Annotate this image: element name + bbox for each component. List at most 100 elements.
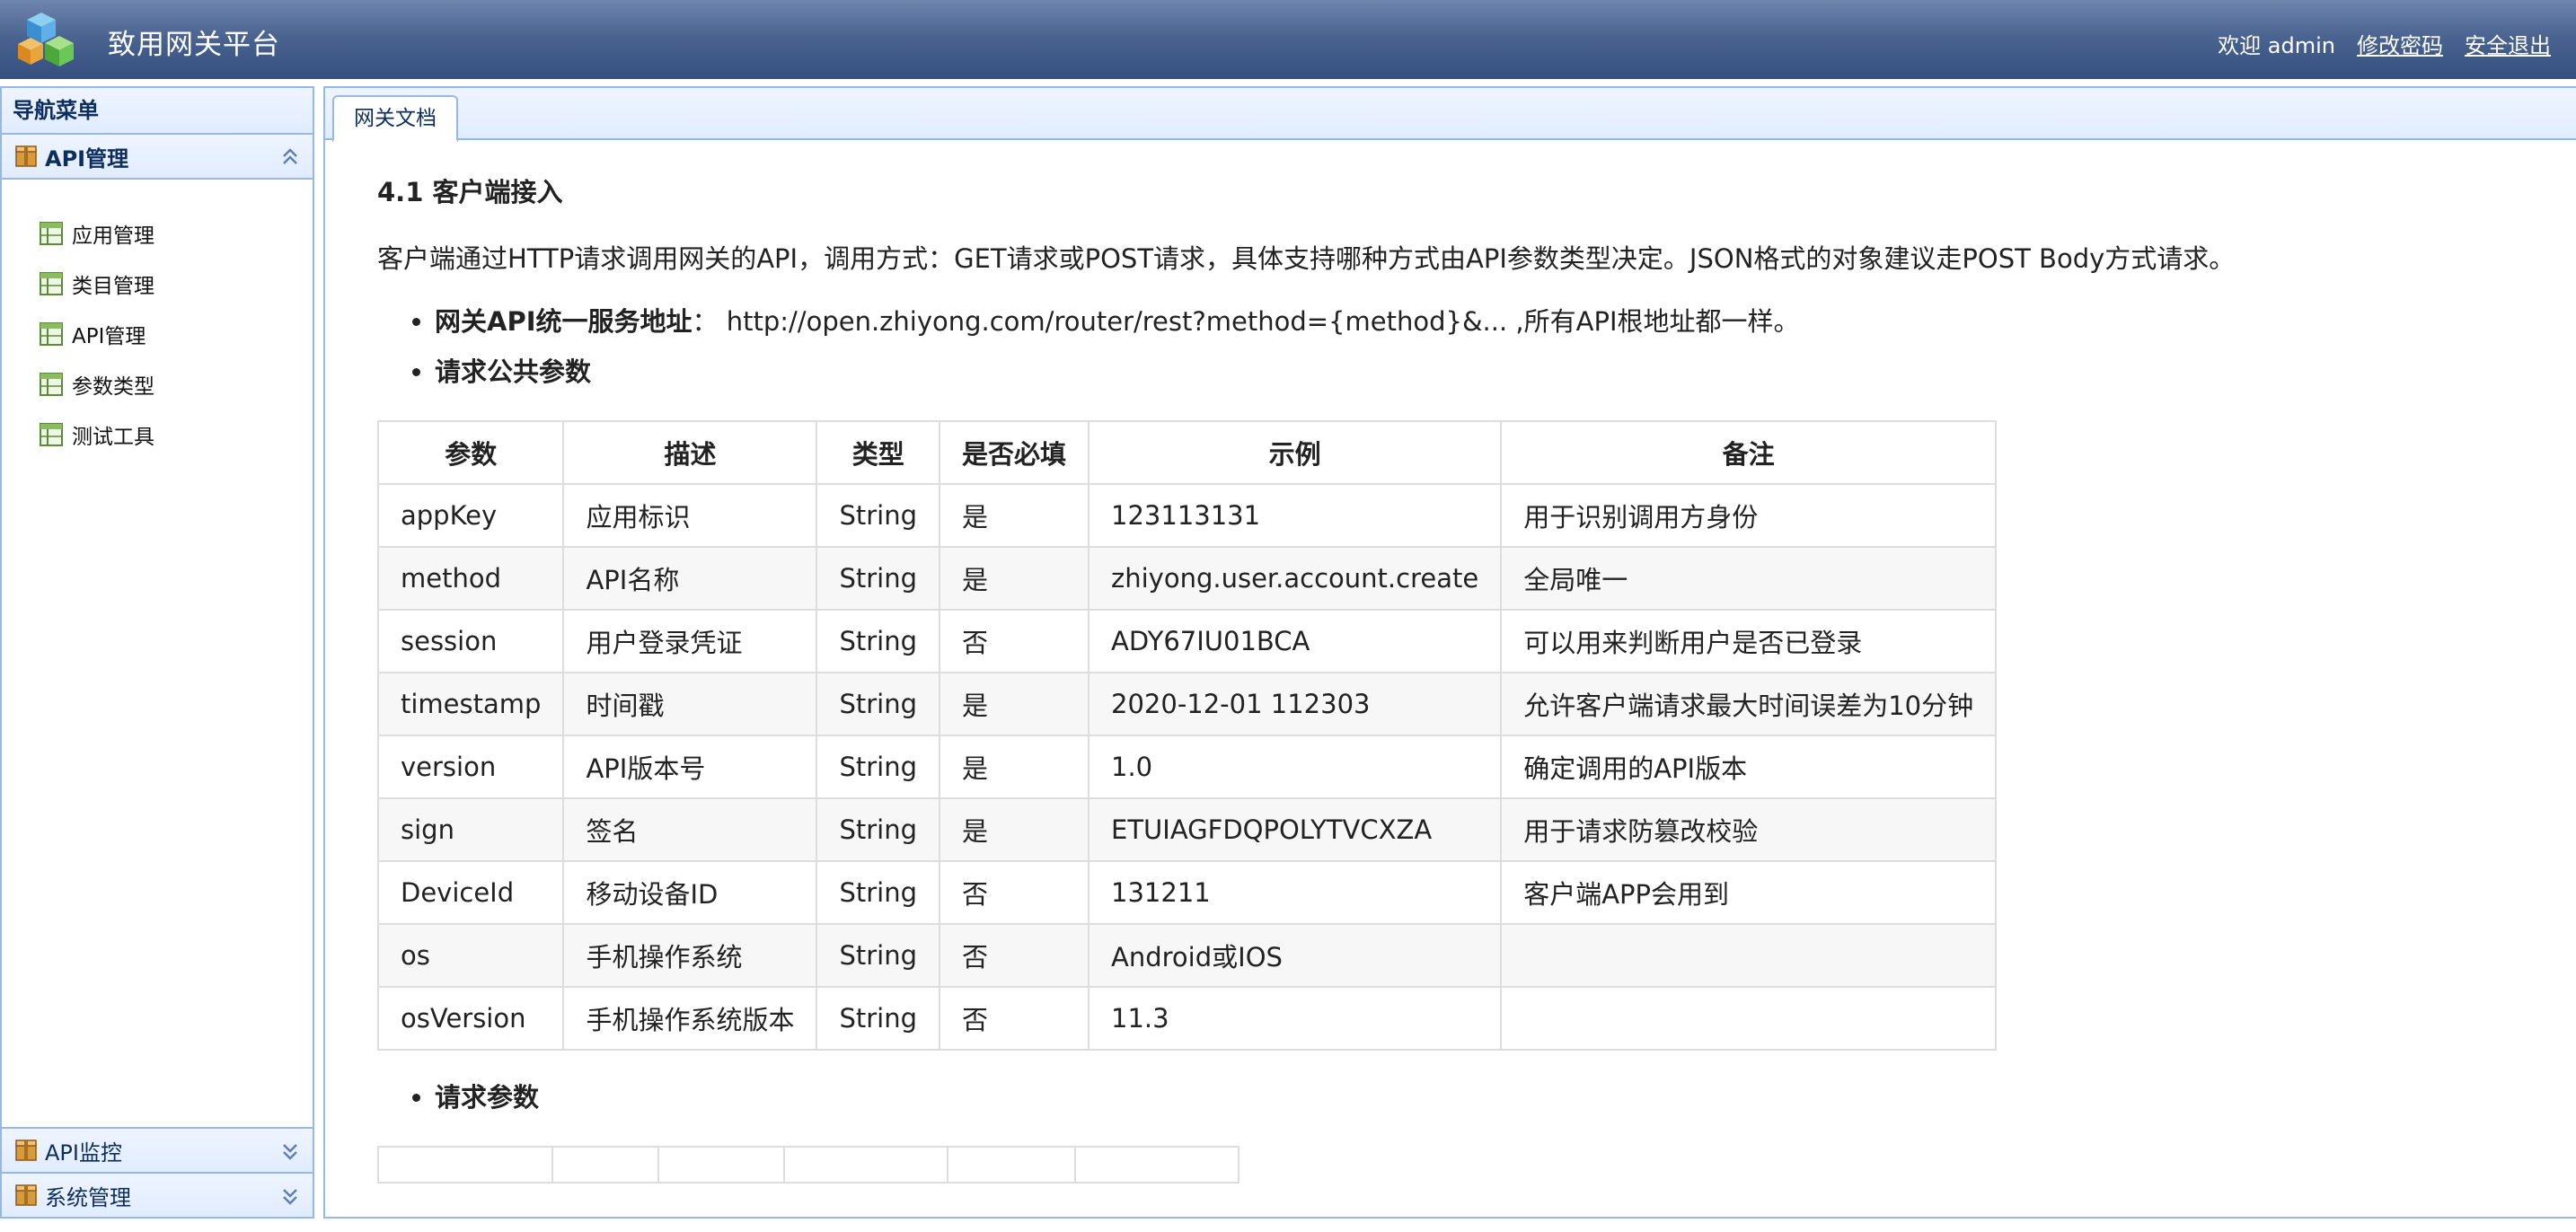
table-cell: String	[816, 986, 940, 1051]
table-tree-icon	[40, 222, 63, 245]
request-params-label: 请求参数	[435, 1082, 540, 1113]
bullet-list: 请求参数	[435, 1072, 2551, 1122]
app-header: 致用网关平台 欢迎 admin 修改密码 安全退出	[0, 0, 2576, 79]
sidebar-item-label: 类目管理	[72, 275, 154, 298]
sidebar-item-label: API管理	[72, 325, 146, 348]
sidebar-item-label: 测试工具	[72, 426, 154, 449]
sidebar-item-label: 参数类型	[72, 375, 154, 399]
tab-bar: 网关文档	[325, 88, 2576, 142]
sidebar-item-label: 应用管理	[72, 224, 154, 248]
sidebar-section-api-monitor[interactable]: API监控	[2, 1127, 313, 1172]
package-box-icon	[15, 145, 37, 167]
request-params-table	[377, 1146, 1239, 1184]
double-chevron-up-icon[interactable]	[278, 145, 302, 169]
table-cell: os	[376, 923, 565, 988]
table-cell: ETUIAGFDQPOLYTVCXZA	[1088, 797, 1503, 862]
logout-link[interactable]: 安全退出	[2465, 28, 2551, 59]
table-row: appKey 应用标识 String 是 123113131 用于识别调用方身份	[376, 483, 1998, 548]
table-row: osVersion 手机操作系统版本 String 否 11.3	[376, 986, 1998, 1051]
section-title: 4.1 客户端接入	[377, 177, 563, 207]
table-cell: 移动设备ID	[562, 860, 818, 925]
double-chevron-down-icon[interactable]	[278, 1140, 302, 1163]
sidebar-item-param-types[interactable]: 参数类型	[2, 359, 313, 409]
column-header: 描述	[562, 420, 818, 485]
table-cell	[1500, 923, 1998, 988]
table-cell	[1074, 1146, 1239, 1184]
table-cell: 2020-12-01 112303	[1088, 672, 1503, 736]
table-cell: 时间戳	[562, 672, 818, 736]
table-cell: String	[816, 735, 940, 799]
change-password-link[interactable]: 修改密码	[2357, 28, 2443, 59]
gateway-address-separator: ：	[692, 306, 719, 337]
main-panel: 网关文档 4.1 客户端接入 客户端通过HTTP请求调用网关的API，调用方式：…	[323, 86, 2576, 1219]
table-row: sign 签名 String 是 ETUIAGFDQPOLYTVCXZA 用于请求防篡改校…	[376, 797, 1998, 862]
table-cell: DeviceId	[376, 860, 565, 925]
table-cell: 手机操作系统版本	[562, 986, 818, 1051]
table-cell: Android或IOS	[1088, 923, 1503, 988]
sidebar-section-label: API管理	[45, 145, 129, 172]
common-params-table: 参数 描述 类型 是否必填 示例 备注 appKey 应用标识 String 是 123…	[376, 420, 1998, 1051]
table-header-row: 参数 描述 类型 是否必填 示例 备注	[376, 420, 1998, 485]
sidebar-section-system-management[interactable]: 系统管理	[2, 1172, 313, 1217]
gateway-address-value: http://open.zhiyong.com/router/rest?meth…	[726, 306, 1800, 337]
table-cell: 用于识别调用方身份	[1500, 483, 1998, 548]
table-cell: String	[816, 483, 940, 548]
table-tree-icon	[40, 423, 63, 446]
table-cell: 是	[938, 735, 1090, 799]
table-cell: osVersion	[376, 986, 565, 1051]
table-cell: 是	[938, 483, 1090, 548]
table-cell: 是	[938, 546, 1090, 611]
sidebar-title: 导航菜单	[2, 88, 313, 135]
sidebar-section-api-management[interactable]: API管理	[2, 135, 313, 180]
table-cell: 131211	[1088, 860, 1503, 925]
tab-gateway-docs[interactable]: 网关文档	[332, 95, 458, 142]
table-cell: 手机操作系统	[562, 923, 818, 988]
sidebar-item-test-tools[interactable]: 测试工具	[2, 409, 313, 460]
table-cell: 应用标识	[562, 483, 818, 548]
bullet-request-params: 请求参数	[435, 1072, 2551, 1122]
table-cell: 是	[938, 797, 1090, 862]
table-cell: String	[816, 797, 940, 862]
common-params-label: 请求公共参数	[435, 356, 592, 387]
table-tree-icon	[40, 373, 63, 396]
table-cell	[783, 1146, 948, 1184]
table-cell	[551, 1146, 659, 1184]
table-row: timestamp 时间戳 String 是 2020-12-01 112303 允许客户…	[376, 672, 1998, 736]
welcome-text: 欢迎 admin	[2218, 33, 2335, 58]
sidebar-section-label: 系统管理	[45, 1184, 131, 1210]
user-nav: 欢迎 admin 修改密码 安全退出	[2218, 28, 2551, 59]
table-cell: 可以用来判断用户是否已登录	[1500, 609, 1998, 673]
table-cell: 否	[938, 986, 1090, 1051]
sidebar-item-list: 应用管理 类目管理 API管理 参数类型 测试工具	[2, 180, 313, 460]
sidebar-item-app-management[interactable]: 应用管理	[2, 208, 313, 259]
sidebar: 导航菜单 API管理 应用管理 类目管理 API管理 参数类型 测试工具 API…	[0, 86, 314, 1219]
sidebar-item-category-management[interactable]: 类目管理	[2, 259, 313, 309]
table-cell: 1.0	[1088, 735, 1503, 799]
table-cell: String	[816, 860, 940, 925]
column-header: 参数	[376, 420, 565, 485]
table-row	[377, 1146, 1239, 1184]
table-cell: timestamp	[376, 672, 565, 736]
gateway-address-label: 网关API统一服务地址	[435, 306, 693, 337]
table-cell: String	[816, 546, 940, 611]
table-cell: 用户登录凭证	[562, 609, 818, 673]
table-body: appKey 应用标识 String 是 123113131 用于识别调用方身份 metho…	[376, 483, 1998, 1051]
sidebar-item-api-management[interactable]: API管理	[2, 309, 313, 359]
table-row: DeviceId 移动设备ID String 否 131211 客户端APP会用到	[376, 860, 1998, 925]
table-cell: sign	[376, 797, 565, 862]
double-chevron-down-icon[interactable]	[278, 1184, 302, 1208]
table-cell: ADY67IU01BCA	[1088, 609, 1503, 673]
table-cell: 是	[938, 672, 1090, 736]
table-cell: 允许客户端请求最大时间误差为10分钟	[1500, 672, 1998, 736]
column-header: 备注	[1500, 420, 1998, 485]
table-cell: API版本号	[562, 735, 818, 799]
table-cell: String	[816, 923, 940, 988]
table-cell: 客户端APP会用到	[1500, 860, 1998, 925]
table-cell: version	[376, 735, 565, 799]
table-row: os 手机操作系统 String 否 Android或IOS	[376, 923, 1998, 988]
table-cell: zhiyong.user.account.create	[1088, 546, 1503, 611]
package-box-icon	[15, 1140, 37, 1161]
sidebar-section-label: API监控	[45, 1140, 122, 1166]
table-cell: API名称	[562, 546, 818, 611]
table-cell	[1500, 986, 1998, 1051]
